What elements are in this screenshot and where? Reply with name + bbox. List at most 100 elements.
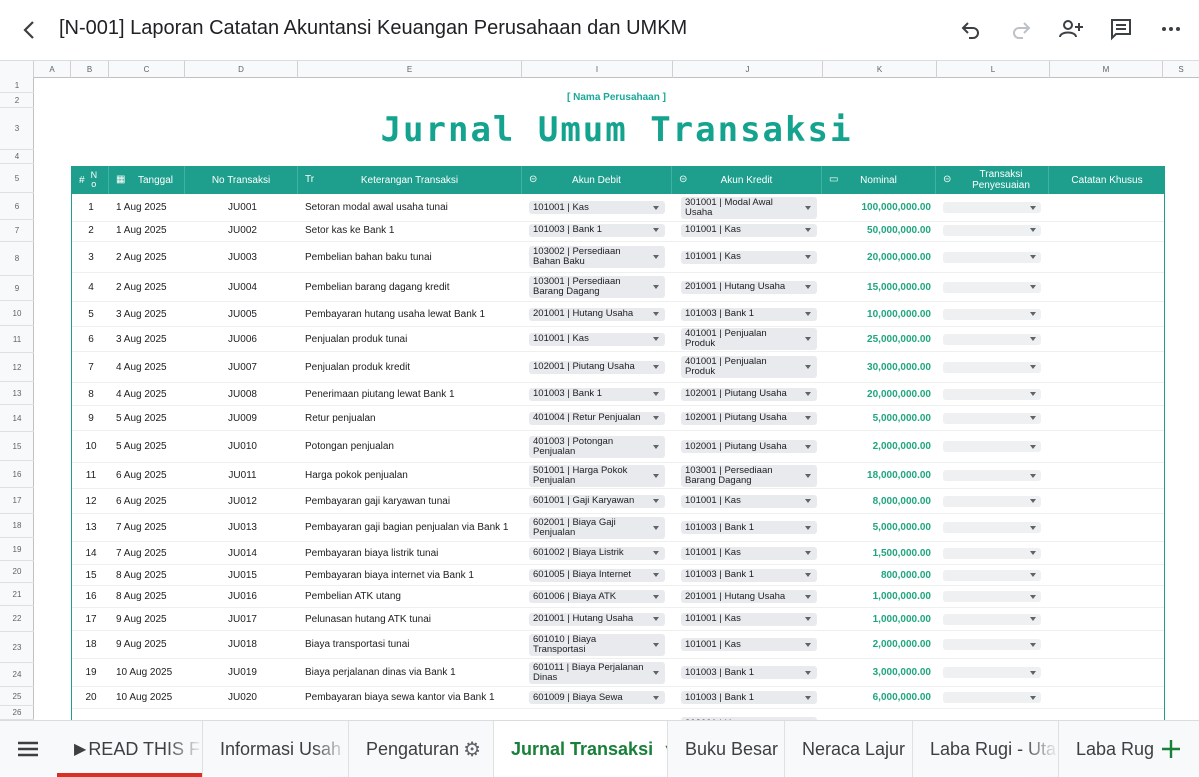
- cell-nominal[interactable]: 50,000,000.00: [823, 219, 937, 241]
- cell-keterangan[interactable]: Pelunasan hutang ATK tunai: [299, 608, 523, 630]
- akun-debit-dropdown[interactable]: 201001 | Hutang Usaha: [529, 307, 665, 321]
- header-tanggal[interactable]: ▦ Tanggal: [109, 166, 185, 194]
- cell-nominal[interactable]: 6,000,000.00: [823, 687, 937, 708]
- cell-akun-kredit[interactable]: 101001 | Kas: [673, 608, 823, 630]
- row-number[interactable]: 14: [0, 405, 34, 432]
- row-number[interactable]: 2: [0, 93, 34, 108]
- akun-debit-dropdown[interactable]: 601009 | Biaya Sewa: [529, 691, 665, 704]
- akun-kredit-dropdown[interactable]: 201001 | Hutang Usaha: [681, 590, 817, 603]
- cell-nominal[interactable]: 5,000,000.00: [823, 514, 937, 541]
- row-number[interactable]: 13: [0, 382, 34, 405]
- penyesuaian-dropdown[interactable]: [943, 692, 1041, 703]
- row-number[interactable]: 16: [0, 461, 34, 488]
- cell-nominal[interactable]: 25,000,000.00: [823, 327, 937, 351]
- cell-akun-debit[interactable]: 101003 | Bank 1: [523, 219, 673, 241]
- column-header[interactable]: K: [823, 61, 937, 78]
- penyesuaian-dropdown[interactable]: [943, 251, 1041, 263]
- cell-penyesuaian[interactable]: [937, 352, 1050, 382]
- akun-kredit-dropdown[interactable]: 101001 | Kas: [681, 546, 817, 560]
- cell-no[interactable]: 15: [72, 565, 110, 585]
- akun-kredit-dropdown[interactable]: 102001 | Piutang Usaha: [681, 387, 817, 401]
- cell-catatan[interactable]: [1050, 565, 1164, 585]
- tab-informasi-usaha[interactable]: Informasi Usah: [203, 721, 349, 777]
- penyesuaian-dropdown[interactable]: [943, 522, 1041, 533]
- penyesuaian-dropdown[interactable]: [943, 470, 1041, 481]
- cell-penyesuaian[interactable]: [937, 463, 1050, 488]
- penyesuaian-dropdown[interactable]: [943, 361, 1041, 373]
- cell-akun-kredit[interactable]: 202001 | Hutang: [673, 709, 823, 720]
- cell-tanggal[interactable]: 7 Aug 2025: [110, 542, 186, 564]
- cell-no-transaksi[interactable]: JU016: [186, 586, 299, 607]
- cell-keterangan[interactable]: Pembayaran gaji karyawan tunai: [299, 489, 523, 513]
- cell-no-transaksi[interactable]: JU006: [186, 327, 299, 351]
- cell-nominal[interactable]: 1,500,000.00: [823, 542, 937, 564]
- tab-laba-rugi[interactable]: Laba Rug: [1059, 721, 1154, 777]
- header-catatan[interactable]: Catatan Khusus: [1049, 166, 1165, 194]
- cell-akun-debit[interactable]: 601002 | Biaya Listrik: [523, 542, 673, 564]
- cell-no-transaksi[interactable]: JU007: [186, 352, 299, 382]
- cell-akun-kredit[interactable]: 102001 | Piutang Usaha: [673, 383, 823, 405]
- cell-tanggal[interactable]: 2 Aug 2025: [110, 242, 186, 272]
- row-number[interactable]: 1: [0, 78, 34, 93]
- cell-penyesuaian[interactable]: [937, 406, 1050, 430]
- cell-nominal[interactable]: [823, 709, 937, 720]
- cell-catatan[interactable]: [1050, 327, 1164, 351]
- column-header[interactable]: B: [71, 61, 109, 78]
- cell-keterangan[interactable]: Biaya perjalanan dinas via Bank 1: [299, 659, 523, 686]
- cell-nominal[interactable]: 3,000,000.00: [823, 659, 937, 686]
- akun-kredit-dropdown[interactable]: 101001 | Kas: [681, 250, 817, 264]
- akun-debit-dropdown[interactable]: 103002 | Persediaan Bahan Baku: [529, 246, 665, 268]
- akun-kredit-dropdown[interactable]: 101003 | Bank 1: [681, 307, 817, 321]
- cell-keterangan[interactable]: Pembayaran biaya listrik tunai: [299, 542, 523, 564]
- cell-akun-kredit[interactable]: 101003 | Bank 1: [673, 302, 823, 326]
- back-arrow-icon[interactable]: [18, 18, 42, 42]
- cell-akun-debit[interactable]: 201001 | Hutang Usaha: [523, 608, 673, 630]
- penyesuaian-dropdown[interactable]: [943, 667, 1041, 678]
- cell-catatan[interactable]: [1050, 406, 1164, 430]
- cell-akun-debit[interactable]: [523, 709, 673, 720]
- cell-penyesuaian[interactable]: [937, 489, 1050, 513]
- cell-catatan[interactable]: [1050, 242, 1164, 272]
- cell-tanggal[interactable]: 2 Aug 2025: [110, 273, 186, 301]
- header-penyesuaian[interactable]: ⊝ Transaksi Penyesuaian: [936, 166, 1049, 194]
- cell-no[interactable]: 19: [72, 659, 110, 686]
- cell-no[interactable]: [72, 709, 110, 720]
- cell-keterangan[interactable]: Pembayaran biaya sewa kantor via Bank 1: [299, 687, 523, 708]
- cell-akun-kredit[interactable]: 401001 | Penjualan Produk: [673, 327, 823, 351]
- cell-nominal[interactable]: 2,000,000.00: [823, 431, 937, 462]
- cell-keterangan[interactable]: Penerimaan piutang lewat Bank 1: [299, 383, 523, 405]
- cell-akun-debit[interactable]: 201001 | Hutang Usaha: [523, 302, 673, 326]
- akun-debit-dropdown[interactable]: 102001 | Piutang Usaha: [529, 360, 665, 374]
- penyesuaian-dropdown[interactable]: [943, 495, 1041, 507]
- cell-nominal[interactable]: 18,000,000.00: [823, 463, 937, 488]
- cell-akun-kredit[interactable]: 101003 | Bank 1: [673, 565, 823, 585]
- row-number[interactable]: 5: [0, 164, 34, 193]
- cell-no-transaksi[interactable]: JU019: [186, 659, 299, 686]
- cell-catatan[interactable]: [1050, 302, 1164, 326]
- tab-neraca-lajur[interactable]: Neraca Lajur: [785, 721, 913, 777]
- cell-akun-kredit[interactable]: 103001 | Persediaan Barang Dagang: [673, 463, 823, 488]
- penyesuaian-dropdown[interactable]: [943, 202, 1041, 213]
- cell-no-transaksi[interactable]: JU017: [186, 608, 299, 630]
- tab-read-this[interactable]: ▶ READ THIS F: [57, 721, 203, 777]
- cell-no-transaksi[interactable]: JU002: [186, 219, 299, 241]
- cell-nominal[interactable]: 100,000,000.00: [823, 194, 937, 221]
- penyesuaian-dropdown[interactable]: [943, 333, 1041, 345]
- cell-tanggal[interactable]: 7 Aug 2025: [110, 514, 186, 541]
- cell-tanggal[interactable]: 6 Aug 2025: [110, 463, 186, 488]
- penyesuaian-dropdown[interactable]: [943, 639, 1041, 650]
- cell-no[interactable]: 13: [72, 514, 110, 541]
- header-akun-debit[interactable]: ⊝ Akun Debit: [522, 166, 672, 194]
- row-number[interactable]: 3: [0, 108, 34, 150]
- cell-no-transaksi[interactable]: JU013: [186, 514, 299, 541]
- akun-debit-dropdown[interactable]: 401004 | Retur Penjualan: [529, 411, 665, 425]
- cell-akun-kredit[interactable]: 101003 | Bank 1: [673, 659, 823, 686]
- akun-debit-dropdown[interactable]: 103001 | Persediaan Barang Dagang: [529, 276, 665, 298]
- undo-icon[interactable]: [957, 15, 985, 43]
- row-number[interactable]: 9: [0, 276, 34, 301]
- cell-keterangan[interactable]: Penjualan produk tunai: [299, 327, 523, 351]
- cell-no[interactable]: 4: [72, 273, 110, 301]
- row-number[interactable]: 11: [0, 326, 34, 353]
- cell-no-transaksi[interactable]: JU014: [186, 542, 299, 564]
- cell-keterangan[interactable]: Pembayaran biaya internet via Bank 1: [299, 565, 523, 585]
